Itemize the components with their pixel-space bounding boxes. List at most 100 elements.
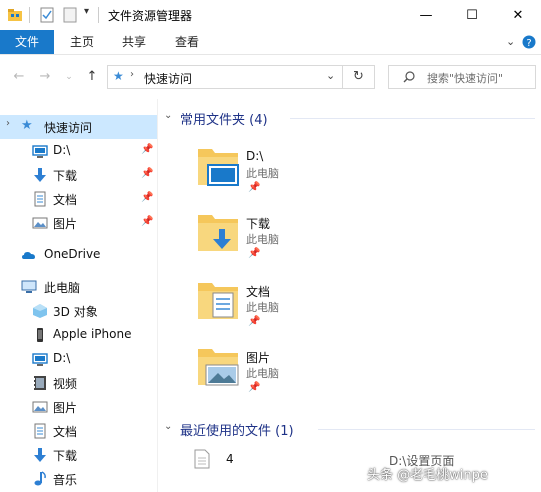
picture-icon [32, 401, 48, 413]
music-icon [34, 471, 46, 486]
pin-icon: 📌 [248, 382, 261, 393]
group-header-recent[interactable]: 最近使用的文件 (1) [180, 420, 294, 439]
recent-file-name: 4 [226, 452, 234, 466]
nav-item-label: 图片 [53, 401, 78, 415]
back-button[interactable]: ← [10, 68, 28, 86]
nav-item-drive-d-pc[interactable]: D:\ [0, 347, 157, 371]
collapse-chevron-icon[interactable]: ⌄ [164, 421, 172, 432]
folder-name: 图片 [246, 351, 271, 365]
folder-tile-pictures[interactable]: 图片 此电脑 📌 [196, 345, 396, 403]
group-header-frequent[interactable]: 常用文件夹 (4) [180, 109, 268, 128]
collapse-chevron-icon[interactable]: ⌄ [164, 110, 172, 121]
nav-item-videos[interactable]: 视频 [0, 371, 157, 395]
nav-item-downloads[interactable]: 下载 📌 [0, 163, 157, 187]
up-button[interactable]: ↑ [83, 68, 101, 86]
address-row: ← → ⌄ ↑ ★ › 快速访问 ⌄ ↻ 搜索"快速访问" [0, 55, 541, 99]
tab-file[interactable]: 文件 [0, 30, 54, 54]
tab-share[interactable]: 共享 [110, 30, 158, 54]
folder-name: D:\ [246, 149, 264, 163]
pin-icon[interactable]: 📌 [141, 216, 153, 227]
nav-item-label: 3D 对象 [53, 305, 98, 319]
nav-item-music[interactable]: 音乐 [0, 467, 157, 491]
picture-icon [32, 217, 48, 229]
minimize-button[interactable]: — [403, 0, 449, 30]
search-input[interactable]: 搜索"快速访问" [388, 65, 536, 89]
refresh-button[interactable]: ↻ [343, 65, 375, 89]
nav-item-pictures-pc[interactable]: 图片 [0, 395, 157, 419]
address-bar[interactable]: ★ › 快速访问 ⌄ [107, 65, 343, 89]
cloud-icon [22, 252, 35, 259]
folder-tile-documents[interactable]: 文档 此电脑 📌 [196, 279, 396, 337]
nav-item-label: D:\ [53, 143, 71, 157]
folder-drive-icon [198, 149, 239, 186]
nav-item-documents[interactable]: 文档 📌 [0, 187, 157, 211]
address-location: 快速访问 [144, 72, 193, 86]
nav-item-label: 文档 [53, 193, 78, 207]
search-placeholder: 搜索"快速访问" [427, 72, 504, 85]
pin-icon: 📌 [248, 182, 261, 193]
nav-item-apple-iphone[interactable]: Apple iPhone [0, 323, 157, 347]
download-icon [34, 448, 46, 462]
nav-item-label: D:\ [53, 351, 71, 365]
video-icon [34, 376, 46, 390]
folder-app-icon[interactable] [7, 7, 23, 23]
nav-item-documents-pc[interactable]: 文档 [0, 419, 157, 443]
window-title: 文件资源管理器 [108, 9, 193, 23]
nav-item-downloads-pc[interactable]: 下载 [0, 443, 157, 467]
recent-locations-dropdown-icon[interactable]: ⌄ [60, 68, 78, 86]
pin-icon: 📌 [248, 248, 261, 259]
close-icon: ✕ [512, 7, 524, 23]
properties-icon[interactable] [40, 7, 54, 23]
chevron-down-icon[interactable]: › [6, 118, 10, 129]
nav-item-label: 音乐 [53, 473, 78, 487]
nav-item-label: 下载 [53, 169, 78, 183]
watermark: 头条 @老毛桃winpe [367, 468, 488, 483]
maximize-icon: ☐ [466, 7, 478, 23]
drive-icon [32, 145, 48, 158]
tab-home[interactable]: 主页 [58, 30, 106, 54]
pin-icon[interactable]: 📌 [141, 192, 153, 203]
close-button[interactable]: ✕ [495, 0, 541, 30]
forward-button[interactable]: → [36, 68, 54, 86]
star-icon: ★ [21, 118, 33, 133]
svg-text:?: ? [526, 38, 531, 49]
nav-item-label: OneDrive [44, 247, 101, 261]
nav-item-quick-access[interactable]: › ★ 快速访问 [0, 115, 157, 139]
nav-item-onedrive[interactable]: OneDrive [0, 243, 157, 267]
nav-item-this-pc[interactable]: 此电脑 [0, 275, 157, 299]
quick-access-toolbar-dropdown-icon[interactable]: ▾ [84, 6, 89, 17]
pin-icon[interactable]: 📌 [141, 168, 153, 179]
address-dropdown-icon[interactable]: ⌄ [326, 69, 335, 82]
computer-icon [21, 280, 37, 293]
help-icon[interactable]: ? [522, 35, 536, 49]
folder-location: 此电脑 [246, 233, 279, 246]
new-folder-icon[interactable] [63, 7, 77, 23]
pin-icon[interactable]: 📌 [141, 144, 153, 155]
title-bar: ▾ 文件资源管理器 — ☐ ✕ [0, 0, 541, 30]
search-icon [403, 71, 415, 83]
folder-picture-icon [198, 349, 239, 386]
nav-item-pictures[interactable]: 图片 📌 [0, 211, 157, 235]
nav-item-label: Apple iPhone [53, 327, 132, 341]
nav-item-label: 视频 [53, 377, 78, 391]
maximize-button[interactable]: ☐ [449, 0, 495, 30]
nav-item-label: 此电脑 [44, 281, 81, 295]
nav-item-3d-objects[interactable]: 3D 对象 [0, 299, 157, 323]
nav-item-label: 文档 [53, 425, 78, 439]
folder-name: 下载 [246, 217, 271, 231]
file-icon [194, 449, 210, 469]
nav-item-drive-d[interactable]: D:\ 📌 [0, 139, 157, 163]
3d-objects-icon [33, 304, 47, 318]
ribbon-expand-icon[interactable]: ⌄ [506, 35, 515, 48]
phone-icon [37, 328, 43, 342]
folder-document-icon [198, 283, 238, 319]
tab-view[interactable]: 查看 [162, 30, 212, 54]
pin-icon: 📌 [248, 316, 261, 327]
folder-location: 此电脑 [246, 367, 279, 380]
ribbon-tabs: 文件 主页 共享 查看 ⌄ ? [0, 30, 541, 55]
folder-tile-downloads[interactable]: 下载 此电脑 📌 [196, 211, 396, 269]
chevron-right-icon[interactable]: › [130, 69, 134, 80]
group-divider [290, 118, 535, 119]
folder-tile-drive-d[interactable]: D:\ 此电脑 📌 [196, 145, 396, 203]
folder-location: 此电脑 [246, 167, 279, 180]
